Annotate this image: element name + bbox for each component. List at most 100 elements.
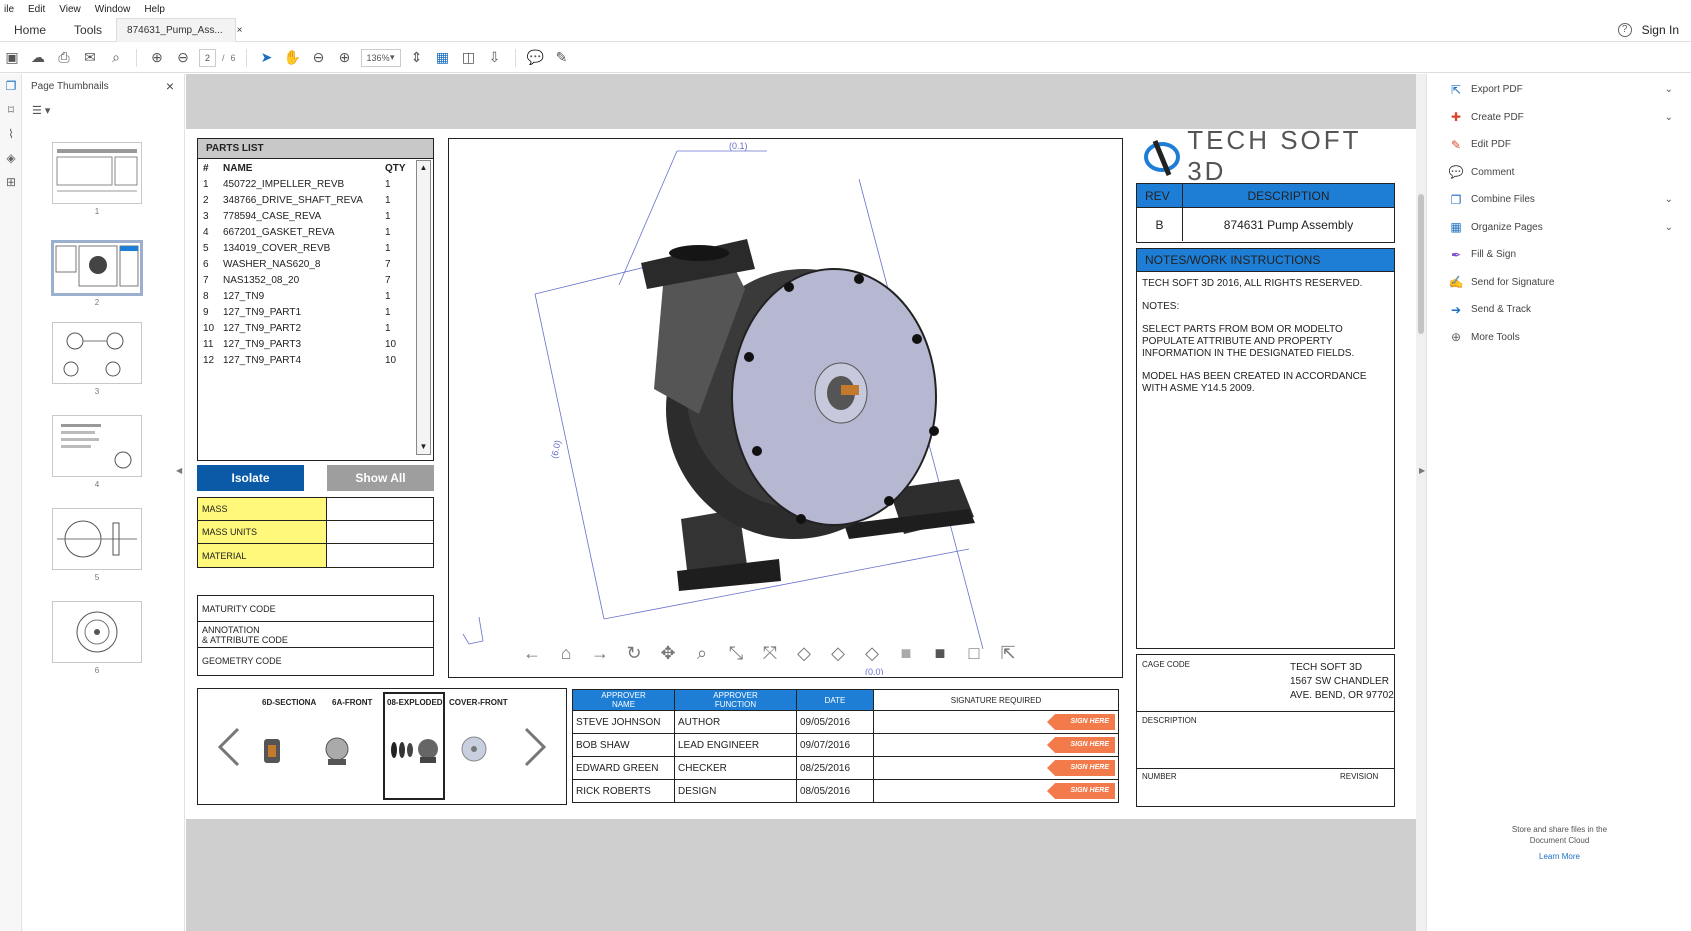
arrow-right-icon[interactable]: → <box>588 641 612 665</box>
menu-help[interactable]: Help <box>144 4 165 15</box>
fit-width-icon[interactable]: ▦ <box>433 48 453 68</box>
model-tree-icon[interactable]: ⊞ <box>0 170 22 194</box>
arrow-left-icon[interactable]: ← <box>520 641 544 665</box>
thumbnail-options-icon[interactable]: ☰ ▾ <box>32 104 50 117</box>
tool-edit-pdf[interactable]: ✎ Edit PDF <box>1427 131 1691 159</box>
search-icon[interactable]: ⌕ <box>106 48 126 68</box>
scrollbar-thumb[interactable] <box>1418 194 1424 334</box>
parts-scrollbar[interactable]: ▲ ▼ <box>416 160 431 455</box>
show-all-button[interactable]: Show All <box>327 465 434 491</box>
wireframe-view-icon[interactable]: □ <box>962 641 986 665</box>
save-icon[interactable]: ▣ <box>2 48 22 68</box>
fit-page-icon[interactable]: ⇕ <box>407 48 427 68</box>
menu-window[interactable]: Window <box>95 4 131 15</box>
sign-here-button[interactable]: SIGN HERE <box>1047 760 1115 776</box>
tab-document[interactable]: 874631_Pump_Ass... × <box>116 17 243 42</box>
help-icon[interactable]: ? <box>1617 22 1632 37</box>
comment-tool-icon[interactable]: 💬 <box>526 48 546 68</box>
sign-here-button[interactable]: SIGN HERE <box>1047 783 1115 799</box>
part-row[interactable]: 9 127_TN9_PART1 1 <box>203 305 418 321</box>
fit-all-icon[interactable]: ⤡ <box>724 641 748 665</box>
next-view-icon[interactable] <box>522 727 548 767</box>
chevron-down-icon[interactable]: ⌄ <box>1665 194 1673 205</box>
page-thumbnails-icon[interactable]: ❐ <box>0 74 22 98</box>
chevron-down-icon[interactable]: ⌄ <box>1665 112 1673 123</box>
model-viewport[interactable]: (0.1) (6.0) (0.0) <box>448 138 1123 678</box>
layers-icon[interactable]: ◈ <box>0 146 22 170</box>
tool-fill-sign[interactable]: ✒ Fill & Sign <box>1427 241 1691 269</box>
email-icon[interactable]: ✉ <box>80 48 100 68</box>
export-view-icon[interactable]: ⇱ <box>996 641 1020 665</box>
sign-here-button[interactable]: SIGN HERE <box>1047 714 1115 730</box>
pen-tool-icon[interactable]: ✎ <box>552 48 572 68</box>
tool-more-tools[interactable]: ⊕ More Tools <box>1427 324 1691 352</box>
page-thumbnail-4[interactable] <box>52 415 142 477</box>
zoom-window-icon[interactable]: ⌕ <box>690 641 714 665</box>
fit-model-icon[interactable]: ⤧ <box>758 641 782 665</box>
hand-tool-icon[interactable]: ✋ <box>283 48 303 68</box>
scroll-up-icon[interactable]: ▲ <box>417 161 430 175</box>
page-thumbnail-1[interactable] <box>52 142 142 204</box>
tab-tools[interactable]: Tools <box>60 18 116 42</box>
expand-right-panel-icon[interactable]: ▶ <box>1419 466 1425 475</box>
page-number-input[interactable]: 2 <box>199 48 217 67</box>
part-row[interactable]: 1 450722_IMPELLER_REVB 1 <box>203 177 418 193</box>
part-row[interactable]: 2 348766_DRIVE_SHAFT_REVA 1 <box>203 193 418 209</box>
part-row[interactable]: 12 127_TN9_PART4 10 <box>203 353 418 369</box>
tool-create-pdf[interactable]: ✚ Create PDF ⌄ <box>1427 104 1691 132</box>
next-page-icon[interactable]: ⊖ <box>173 48 193 68</box>
page-thumbnail-5[interactable] <box>52 508 142 570</box>
tool-send-track[interactable]: ➔ Send & Track <box>1427 296 1691 324</box>
previous-page-icon[interactable]: ⊕ <box>147 48 167 68</box>
view-box-icon-3[interactable]: ◇ <box>860 641 884 665</box>
zoom-in-icon[interactable]: ⊕ <box>335 48 355 68</box>
view-box-icon-1[interactable]: ◇ <box>792 641 816 665</box>
menu-view[interactable]: View <box>59 4 81 15</box>
solid-view-icon[interactable]: ■ <box>928 641 952 665</box>
sign-here-button[interactable]: SIGN HERE <box>1047 737 1115 753</box>
rotate-icon[interactable]: ↻ <box>622 641 646 665</box>
view-box-icon-2[interactable]: ◇ <box>826 641 850 665</box>
scroll-down-icon[interactable]: ▼ <box>417 440 430 454</box>
page-thumbnail-3[interactable] <box>52 322 142 384</box>
vertical-scrollbar[interactable] <box>1416 74 1426 931</box>
view-thumb-section[interactable] <box>258 733 290 767</box>
home-view-icon[interactable]: ⌂ <box>554 641 578 665</box>
upload-cloud-icon[interactable]: ☁ <box>28 48 48 68</box>
attachments-icon[interactable]: ⌇ <box>0 122 22 146</box>
tool-combine-files[interactable]: ❐ Combine Files ⌄ <box>1427 186 1691 214</box>
page-thumbnail-2[interactable] <box>51 240 143 296</box>
part-row[interactable]: 3 778594_CASE_REVA 1 <box>203 209 418 225</box>
chevron-down-icon[interactable]: ⌄ <box>1665 84 1673 95</box>
part-row[interactable]: 11 127_TN9_PART3 10 <box>203 337 418 353</box>
bookmarks-icon[interactable]: ⌑ <box>0 98 22 122</box>
part-row[interactable]: 7 NAS1352_08_20 7 <box>203 273 418 289</box>
view-thumb-cover-front[interactable] <box>450 733 492 767</box>
zoom-out-icon[interactable]: ⊖ <box>309 48 329 68</box>
full-screen-icon[interactable]: ◫ <box>459 48 479 68</box>
zoom-select[interactable]: 136% ▾ <box>360 48 401 67</box>
part-row[interactable]: 6 WASHER_NAS620_8 7 <box>203 257 418 273</box>
part-row[interactable]: 4 667201_GASKET_REVA 1 <box>203 225 418 241</box>
collapse-left-panel-icon[interactable]: ◀ <box>176 466 182 475</box>
menu-file[interactable]: ile <box>4 4 14 15</box>
view-thumb-front[interactable] <box>320 733 354 767</box>
part-row[interactable]: 5 134019_COVER_REVB 1 <box>203 241 418 257</box>
shaded-view-icon[interactable]: ■ <box>894 641 918 665</box>
print-icon[interactable]: ⎙ <box>54 48 74 68</box>
scroll-mode-icon[interactable]: ⇩ <box>485 48 505 68</box>
isolate-button[interactable]: Isolate <box>197 465 304 491</box>
part-row[interactable]: 10 127_TN9_PART2 1 <box>203 321 418 337</box>
tool-send-signature[interactable]: ✍ Send for Signature <box>1427 269 1691 297</box>
tool-organize-pages[interactable]: ▦ Organize Pages ⌄ <box>1427 214 1691 242</box>
sign-in-link[interactable]: Sign In <box>1642 23 1679 37</box>
tool-export-pdf[interactable]: ⇱ Export PDF ⌄ <box>1427 76 1691 104</box>
tool-comment[interactable]: 💬 Comment <box>1427 159 1691 187</box>
chevron-down-icon[interactable]: ⌄ <box>1665 222 1673 233</box>
previous-view-icon[interactable] <box>216 727 242 767</box>
page-thumbnail-6[interactable] <box>52 601 142 663</box>
pan-icon[interactable]: ✥ <box>656 641 680 665</box>
view-thumb-exploded[interactable] <box>386 733 444 767</box>
close-tab-icon[interactable]: × <box>237 25 243 36</box>
menu-edit[interactable]: Edit <box>28 4 45 15</box>
